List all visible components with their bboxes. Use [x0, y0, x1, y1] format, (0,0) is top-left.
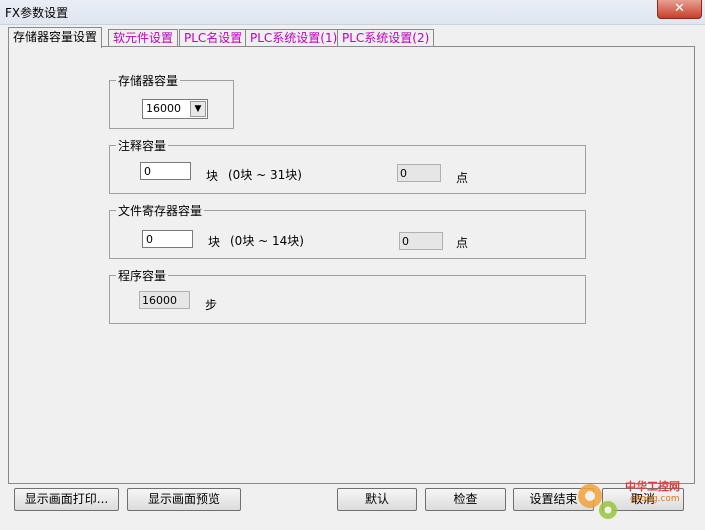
watermark-logo: 中华工控网 gkong.com: [570, 476, 700, 522]
print-screen-button[interactable]: 显示画面打印...: [14, 488, 119, 511]
comment-capacity-group: 注释容量 0 块 (0块 ~ 31块) 0 点: [109, 137, 586, 194]
comment-blocks-input[interactable]: 0: [140, 162, 191, 180]
gear-icon: [578, 484, 617, 519]
file-register-points-unit: 点: [456, 236, 469, 250]
comment-points-value: 0: [397, 164, 441, 182]
program-unit-label: 步: [205, 298, 218, 312]
window-title: FX参数设置: [5, 6, 69, 20]
preview-screen-button[interactable]: 显示画面预览: [127, 488, 241, 511]
memory-capacity-label: 存储器容量: [116, 72, 181, 89]
comment-capacity-label: 注释容量: [116, 137, 169, 154]
file-register-points-value: 0: [399, 232, 443, 250]
file-register-unit-label: 块: [208, 235, 221, 249]
tab-device-settings[interactable]: 软元件设置: [108, 29, 179, 46]
comment-range-label: (0块 ~ 31块): [228, 168, 302, 182]
memory-capacity-group: 存储器容量 16000 ▼: [109, 72, 234, 129]
comment-points-unit: 点: [456, 171, 469, 185]
close-button[interactable]: ✕: [657, 0, 702, 19]
title-bar: FX参数设置 ✕: [0, 0, 705, 25]
memory-capacity-value: 16000: [146, 102, 181, 115]
program-capacity-value: 16000: [139, 291, 190, 309]
tab-plc-system-1[interactable]: PLC系统设置(1): [245, 29, 343, 46]
watermark-subtext: gkong.com: [630, 494, 680, 504]
comment-unit-label: 块: [206, 169, 219, 183]
chevron-down-icon[interactable]: ▼: [190, 101, 206, 117]
tab-plc-system-2[interactable]: PLC系统设置(2): [337, 29, 435, 46]
memory-capacity-select[interactable]: 16000 ▼: [142, 99, 208, 119]
file-register-range-label: (0块 ~ 14块): [230, 234, 304, 248]
watermark-text: 中华工控网: [625, 480, 680, 493]
default-button[interactable]: 默认: [337, 488, 417, 511]
file-register-group: 文件寄存器容量 0 块 (0块 ~ 14块) 0 点: [109, 202, 586, 259]
program-capacity-label: 程序容量: [116, 267, 169, 284]
file-register-blocks-input[interactable]: 0: [142, 230, 193, 248]
tab-strip: 存储器容量设置 软元件设置 PLC名设置 PLC系统设置(1) PLC系统设置(…: [8, 27, 698, 48]
tab-memory-capacity[interactable]: 存储器容量设置: [8, 27, 103, 48]
check-button[interactable]: 检查: [425, 488, 506, 511]
tab-plc-name[interactable]: PLC名设置: [179, 29, 248, 46]
program-capacity-group: 程序容量 16000 步: [109, 267, 586, 324]
file-register-label: 文件寄存器容量: [116, 202, 205, 219]
